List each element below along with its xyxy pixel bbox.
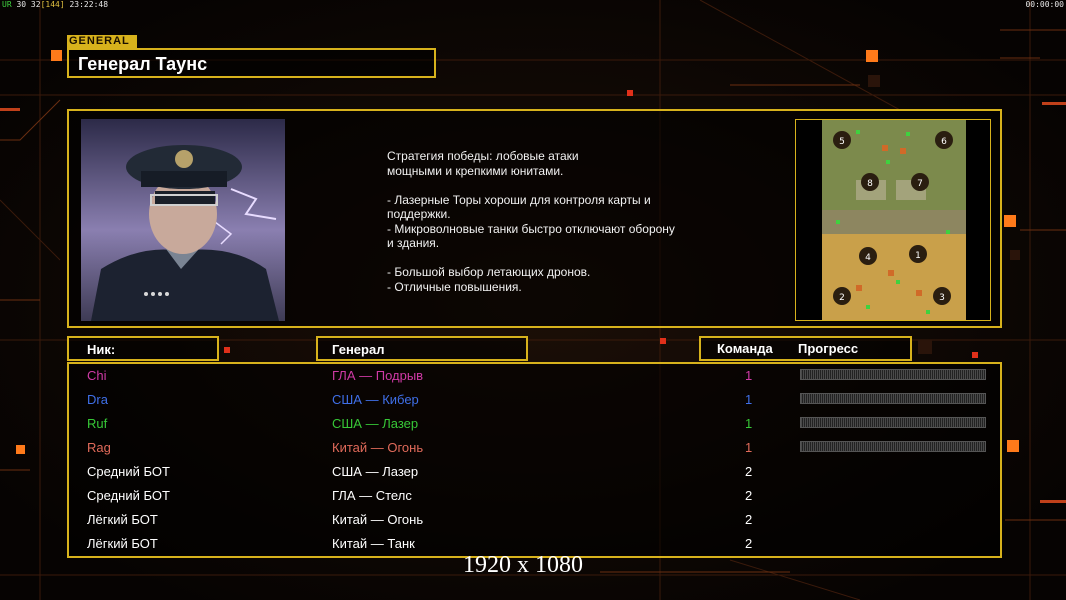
player-row-2[interactable]: Dra США — Кибер 1	[69, 388, 1000, 412]
general-description: Стратегия победы: лобовые атаки мощными …	[387, 149, 675, 294]
player-team: 2	[745, 464, 753, 479]
header-nick-box: Ник:	[67, 336, 219, 361]
map-slot-1: 1	[915, 251, 921, 261]
player-row-4[interactable]: Rag Китай — Огонь 1	[69, 436, 1000, 460]
player-general: Китай — Огонь	[332, 512, 424, 527]
player-team: 1	[745, 440, 753, 455]
map-slot-7: 7	[917, 179, 923, 189]
player-progress-bar	[800, 441, 986, 452]
player-progress-bar	[800, 417, 986, 428]
general-tag: GENERAL	[67, 35, 137, 48]
resolution-label: 1920 x 1080	[463, 552, 583, 578]
general-info-panel: Стратегия победы: лобовые атаки мощными …	[67, 109, 1002, 328]
player-nick: Rag	[87, 440, 111, 455]
header-general: Генерал	[332, 342, 385, 357]
player-general: Китай — Танк	[332, 536, 415, 551]
header-progress: Прогресс	[798, 341, 859, 356]
map-slot-2: 2	[839, 293, 845, 303]
player-row-3[interactable]: Ruf США — Лазер 1	[69, 412, 1000, 436]
general-portrait	[81, 119, 285, 321]
map-slot-5: 5	[839, 137, 845, 147]
hud-label-a: UR	[2, 0, 12, 9]
player-team: 2	[745, 512, 753, 527]
player-general: Китай — Огонь	[332, 440, 424, 455]
player-nick: Chi	[87, 368, 107, 383]
hud-timer: 00:00:00	[1025, 0, 1064, 9]
player-team: 1	[745, 416, 753, 431]
player-nick: Лёгкий БОТ	[87, 536, 158, 551]
player-row-6[interactable]: Средний БОТ ГЛА — Стелс 2	[69, 484, 1000, 508]
header-nick: Ник:	[87, 342, 116, 357]
player-general: США — Лазер	[332, 464, 419, 479]
header-team-progress-box: Команда Прогресс	[699, 336, 912, 361]
player-team: 2	[745, 488, 753, 503]
player-general: США — Кибер	[332, 392, 419, 407]
hud-label-b: 30 32	[16, 0, 41, 9]
player-general: США — Лазер	[332, 416, 419, 431]
hud-clock: 23:22:48	[69, 0, 109, 9]
map-slot-8: 8	[867, 179, 873, 189]
player-team: 1	[745, 392, 753, 407]
player-progress-bar	[800, 393, 986, 404]
map-slot-3: 3	[939, 293, 945, 303]
player-row-1[interactable]: Chi ГЛА — Подрыв 1	[69, 364, 1000, 388]
general-title-box: Генерал Таунс	[67, 48, 436, 78]
hud-label-c: [144]	[40, 0, 65, 9]
player-team: 2	[745, 536, 753, 551]
player-progress-bar	[800, 369, 986, 380]
player-row-7[interactable]: Лёгкий БОТ Китай — Огонь 2	[69, 508, 1000, 532]
player-nick: Dra	[87, 392, 108, 407]
player-nick: Средний БОТ	[87, 488, 170, 503]
player-nick: Ruf	[87, 416, 108, 431]
map-preview[interactable]: 5 6 8 7 4 1 2 3	[795, 119, 991, 321]
player-row-5[interactable]: Средний БОТ США — Лазер 2	[69, 460, 1000, 484]
header-team: Команда	[717, 341, 773, 356]
players-list: Chi ГЛА — Подрыв 1 Dra США — Кибер 1 Ruf…	[67, 362, 1002, 558]
map-slot-6: 6	[941, 137, 947, 147]
player-nick: Средний БОТ	[87, 464, 170, 479]
map-slot-4: 4	[865, 253, 871, 263]
fps-overlay: UR 30 32[144] 23:22:48	[2, 0, 108, 9]
player-nick: Лёгкий БОТ	[87, 512, 158, 527]
player-team: 1	[745, 368, 753, 383]
player-general: ГЛА — Стелс	[332, 488, 412, 503]
player-general: ГЛА — Подрыв	[332, 368, 424, 383]
general-name: Генерал Таунс	[78, 54, 208, 74]
header-general-box: Генерал	[316, 336, 528, 361]
